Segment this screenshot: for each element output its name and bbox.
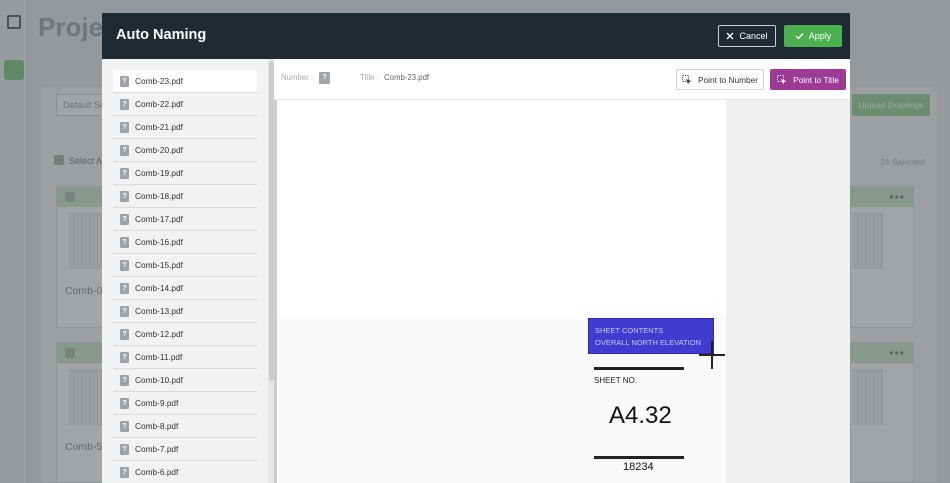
pdf-file-icon: ? bbox=[120, 397, 129, 409]
project-number-text: 18234 bbox=[623, 461, 654, 473]
pdf-file-icon: ? bbox=[120, 167, 129, 179]
title-label: Title : bbox=[360, 73, 379, 82]
modal-header: Auto Naming Cancel Apply bbox=[102, 13, 850, 59]
point-to-number-button[interactable]: Point to Number bbox=[676, 69, 764, 90]
pdf-file-icon: ? bbox=[120, 305, 129, 317]
file-name: Comb-10.pdf bbox=[135, 375, 183, 385]
sheet-title-text: OVERALL NORTH ELEVATION bbox=[595, 338, 701, 347]
pdf-file-icon: ? bbox=[120, 466, 129, 478]
modal-title: Auto Naming bbox=[116, 27, 207, 43]
file-name: Comb-8.pdf bbox=[135, 421, 179, 431]
file-name: Comb-14.pdf bbox=[135, 283, 183, 293]
auto-naming-modal: Auto Naming Cancel Apply ? Comb-23.pdf ? C… bbox=[102, 13, 850, 483]
file-name: Comb-18.pdf bbox=[135, 191, 183, 201]
pdf-file-icon: ? bbox=[120, 213, 129, 225]
file-list-item[interactable]: ? Comb-10.pdf bbox=[113, 369, 257, 392]
cancel-label: Cancel bbox=[739, 31, 768, 41]
file-list-item[interactable]: ? Comb-19.pdf bbox=[113, 162, 257, 185]
file-list-item[interactable]: ? Comb-14.pdf bbox=[113, 277, 257, 300]
pdf-file-icon: ? bbox=[120, 144, 129, 156]
file-name: Comb-9.pdf bbox=[135, 398, 179, 408]
file-list-item[interactable]: ? Comb-11.pdf bbox=[113, 346, 257, 369]
file-name: Comb-12.pdf bbox=[135, 329, 183, 339]
file-list-item[interactable]: ? Comb-15.pdf bbox=[113, 254, 257, 277]
cursor-select-icon bbox=[777, 74, 787, 84]
pdf-file-icon: ? bbox=[120, 236, 129, 248]
number-value: ? bbox=[319, 72, 330, 84]
file-list-item[interactable]: ? Comb-12.pdf bbox=[113, 323, 257, 346]
naming-toolbar: Number : ? Title : Comb-23.pdf Point to … bbox=[274, 59, 850, 100]
file-list-item[interactable]: ? Comb-23.pdf bbox=[113, 70, 257, 93]
file-list-item[interactable]: ? Comb-7.pdf bbox=[113, 438, 257, 461]
apply-button[interactable]: Apply bbox=[784, 25, 842, 47]
file-name: Comb-23.pdf bbox=[135, 76, 183, 86]
cancel-button[interactable]: Cancel bbox=[718, 25, 776, 47]
file-name: Comb-17.pdf bbox=[135, 214, 183, 224]
file-list: ? Comb-23.pdf ? Comb-22.pdf ? Comb-21.pdf ?… bbox=[102, 59, 274, 483]
pdf-file-icon: ? bbox=[120, 259, 129, 271]
point-to-title-label: Point to Title bbox=[793, 74, 839, 85]
pdf-file-icon: ? bbox=[120, 374, 129, 386]
sheet-contents-text: SHEET CONTENTS bbox=[595, 326, 664, 335]
file-list-item[interactable]: ? Comb-9.pdf bbox=[113, 392, 257, 415]
sheet-number-text: A4.32 bbox=[609, 402, 672, 429]
crosshair-cursor-icon bbox=[699, 354, 725, 356]
number-label: Number : bbox=[281, 73, 314, 82]
title-block-rule bbox=[594, 456, 684, 459]
file-name: Comb-11.pdf bbox=[135, 352, 183, 362]
file-list-item[interactable]: ? Comb-6.pdf bbox=[113, 461, 257, 483]
pdf-file-icon: ? bbox=[120, 443, 129, 455]
pdf-file-icon: ? bbox=[120, 98, 129, 110]
file-name: Comb-15.pdf bbox=[135, 260, 183, 270]
title-block-rule bbox=[594, 367, 684, 370]
sheet-no-label: SHEET NO. bbox=[594, 376, 637, 385]
pdf-file-icon: ? bbox=[120, 190, 129, 202]
file-name: Comb-20.pdf bbox=[135, 145, 183, 155]
drawing-blank-area bbox=[277, 100, 726, 318]
close-icon bbox=[727, 32, 734, 40]
file-list-item[interactable]: ? Comb-16.pdf bbox=[113, 231, 257, 254]
check-icon bbox=[795, 33, 804, 40]
pdf-file-icon: ? bbox=[120, 420, 129, 432]
title-value: Comb-23.pdf bbox=[384, 73, 430, 82]
pdf-file-icon: ? bbox=[120, 75, 129, 87]
file-list-item[interactable]: ? Comb-18.pdf bbox=[113, 185, 257, 208]
file-name: Comb-16.pdf bbox=[135, 237, 183, 247]
file-list-item[interactable]: ? Comb-20.pdf bbox=[113, 139, 257, 162]
file-name: Comb-19.pdf bbox=[135, 168, 183, 178]
pdf-file-icon: ? bbox=[120, 351, 129, 363]
file-list-item[interactable]: ? Comb-8.pdf bbox=[113, 415, 257, 438]
file-list-item[interactable]: ? Comb-21.pdf bbox=[113, 116, 257, 139]
file-name: Comb-22.pdf bbox=[135, 99, 183, 109]
point-to-number-label: Point to Number bbox=[698, 74, 758, 85]
pdf-file-icon: ? bbox=[120, 328, 129, 340]
drawing-preview[interactable]: SHEET CONTENTS OVERALL NORTH ELEVATION S… bbox=[274, 100, 850, 483]
apply-label: Apply bbox=[808, 31, 832, 41]
pdf-file-icon: ? bbox=[120, 282, 129, 294]
file-name: Comb-7.pdf bbox=[135, 444, 179, 454]
file-list-item[interactable]: ? Comb-22.pdf bbox=[113, 93, 257, 116]
file-list-item[interactable]: ? Comb-13.pdf bbox=[113, 300, 257, 323]
file-list-item[interactable]: ? Comb-17.pdf bbox=[113, 208, 257, 231]
file-name: Comb-13.pdf bbox=[135, 306, 183, 316]
file-name: Comb-21.pdf bbox=[135, 122, 183, 132]
drawing-sheet[interactable]: SHEET CONTENTS OVERALL NORTH ELEVATION S… bbox=[274, 100, 726, 483]
file-name: Comb-6.pdf bbox=[135, 467, 179, 477]
cursor-select-icon bbox=[682, 74, 692, 84]
preview-side-panel bbox=[726, 100, 850, 483]
title-selection-box[interactable]: SHEET CONTENTS OVERALL NORTH ELEVATION bbox=[588, 318, 714, 354]
pdf-file-icon: ? bbox=[120, 121, 129, 133]
point-to-title-button[interactable]: Point to Title bbox=[770, 69, 846, 90]
